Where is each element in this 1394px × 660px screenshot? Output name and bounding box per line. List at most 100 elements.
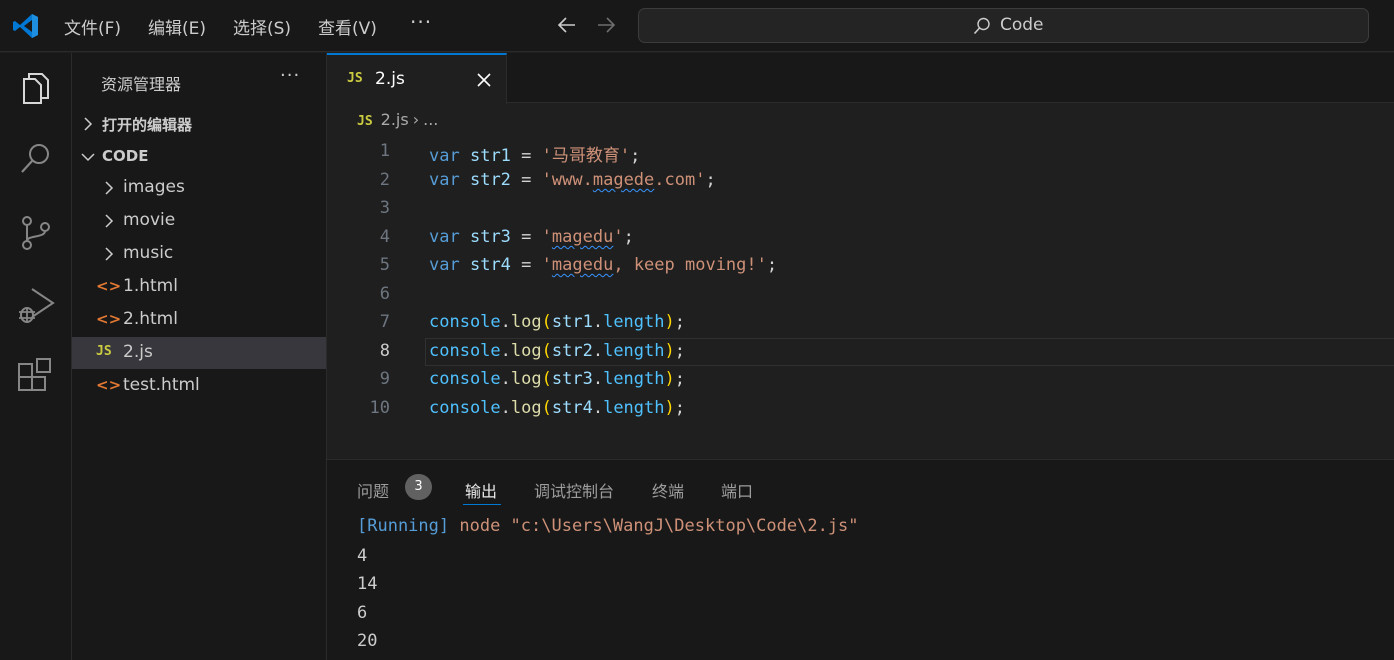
js-file-icon: JS (347, 71, 363, 86)
tree-item-label: 1.html (123, 276, 178, 296)
code-line: 4 var str3 = 'magedu'; (327, 224, 1394, 252)
tree-item-label: movie (123, 210, 176, 230)
line-number: 2 (379, 170, 390, 190)
tab-label: 2.js (375, 69, 405, 89)
code-line: 9 console.log(str3.length); (327, 366, 1394, 394)
search-icon (973, 17, 990, 35)
sidebar-more-button[interactable]: ··· (280, 65, 300, 86)
tree-file-1-html[interactable]: <> 1.html (72, 271, 326, 303)
menu-more-button[interactable]: ··· (410, 10, 432, 34)
run-debug-icon[interactable] (16, 285, 56, 325)
tree-item-label: 2.html (123, 309, 178, 329)
line-number: 7 (379, 312, 390, 332)
output-run-tag: [Running] (357, 516, 450, 536)
tab-terminal[interactable]: 终端 (652, 478, 684, 502)
chevron-down-icon (81, 153, 95, 162)
editor-tab-bar: JS 2.js (327, 53, 1394, 104)
vscode-logo-icon (13, 14, 38, 38)
tree-item-label: music (123, 243, 174, 263)
tree-file-2-html[interactable]: <> 2.html (72, 304, 326, 336)
tab-debug-console[interactable]: 调试控制台 (534, 478, 614, 502)
active-tab-indicator (463, 504, 501, 505)
folder-section-code[interactable]: CODE (72, 143, 327, 171)
open-editors-section[interactable]: 打开的编辑器 (72, 109, 327, 137)
line-number: 1 (379, 141, 390, 161)
code-text: var str4 = 'magedu, keep moving!'; (429, 255, 778, 275)
code-text: var str2 = 'www.magede.com'; (429, 170, 716, 190)
source-control-icon[interactable] (16, 213, 56, 253)
code-line: 10 console.log(str4.length); (327, 395, 1394, 423)
output-line: 6 (357, 603, 368, 623)
code-line: 7 console.log(str1.length); (327, 309, 1394, 337)
html-file-icon: <> (96, 277, 122, 295)
menu-view[interactable]: 查看(V) (318, 14, 377, 39)
extensions-icon[interactable] (16, 358, 56, 398)
line-number: 5 (379, 255, 390, 275)
title-bar: 文件(F) 编辑(E) 选择(S) 查看(V) ··· Code (0, 0, 1394, 52)
explorer-icon[interactable] (16, 69, 56, 109)
code-text: console.log(str4.length); (429, 398, 685, 418)
tree-file-test-html[interactable]: <> test.html (72, 370, 326, 402)
code-editor[interactable]: 1 var str1 = '马哥教育'; 2 var str2 = 'www.m… (327, 138, 1394, 428)
tree-file-2-js[interactable]: JS 2.js (72, 337, 326, 369)
breadcrumb: JS 2.js ›... (357, 110, 438, 134)
search-text: Code (1000, 15, 1044, 35)
output-line: 20 (357, 631, 378, 651)
js-file-icon: JS (357, 114, 373, 129)
tree-folder-images[interactable]: images (72, 172, 326, 204)
tab-output[interactable]: 输出 (465, 478, 497, 502)
chevron-right-icon (105, 214, 114, 228)
search-icon[interactable] (16, 139, 56, 179)
output-line: 14 (357, 574, 378, 594)
menu-file[interactable]: 文件(F) (64, 14, 121, 39)
code-line: 3 (327, 195, 1394, 223)
html-file-icon: <> (96, 376, 122, 394)
menu-selection[interactable]: 选择(S) (233, 14, 291, 39)
code-text: console.log(str2.length); (429, 341, 685, 361)
code-line: 1 var str1 = '马哥教育'; (327, 138, 1394, 166)
tree-folder-movie[interactable]: movie (72, 205, 326, 237)
code-line: 2 var str2 = 'www.magede.com'; (327, 167, 1394, 195)
line-number: 4 (379, 227, 390, 247)
output-line: 4 (357, 546, 368, 566)
tab-ports[interactable]: 端口 (721, 478, 753, 502)
tab-problems[interactable]: 问题 (357, 478, 389, 502)
menu-edit[interactable]: 编辑(E) (148, 14, 206, 39)
problems-count-badge: 3 (405, 474, 432, 500)
line-number: 10 (369, 398, 390, 418)
code-line-active: 8 console.log(str2.length); (327, 338, 1394, 366)
arrow-left-icon[interactable] (555, 13, 579, 37)
chevron-right-icon: › (412, 110, 420, 129)
code-text: console.log(str1.length); (429, 312, 685, 332)
tree-folder-music[interactable]: music (72, 238, 326, 270)
close-icon[interactable] (476, 72, 492, 88)
tree-item-label: test.html (123, 375, 200, 395)
chevron-right-icon (84, 117, 93, 131)
tree-item-label: 2.js (123, 342, 153, 362)
js-file-icon: JS (96, 344, 112, 359)
output-run-command: node "c:\Users\WangJ\Desktop\Code\2.js" (449, 516, 859, 536)
chevron-right-icon (105, 247, 114, 261)
chevron-right-icon (105, 181, 114, 195)
sidebar-title: 资源管理器 (101, 75, 182, 94)
breadcrumb-file[interactable]: 2.js (381, 110, 409, 129)
line-number: 9 (379, 369, 390, 389)
line-number: 3 (379, 198, 390, 218)
code-text: var str3 = 'magedu'; (429, 227, 634, 247)
code-text: console.log(str3.length); (429, 369, 685, 389)
bottom-panel: 问题 3 输出 调试控制台 终端 端口 [Running] node "c:\U… (327, 459, 1394, 660)
arrow-right-icon[interactable] (594, 13, 618, 37)
activity-bar (0, 53, 72, 660)
code-line: 6 (327, 281, 1394, 309)
tab-2-js[interactable]: JS 2.js (327, 53, 507, 104)
code-line: 5 var str4 = 'magedu, keep moving!'; (327, 252, 1394, 280)
html-file-icon: <> (96, 310, 122, 328)
breadcrumb-more[interactable]: ... (423, 110, 438, 129)
explorer-sidebar: 资源管理器 ··· 打开的编辑器 CODE images movie music… (72, 53, 327, 660)
command-center-search[interactable]: Code (638, 8, 1369, 43)
line-number: 8 (379, 341, 390, 361)
output-run-line: [Running] node "c:\Users\WangJ\Desktop\C… (357, 516, 859, 536)
code-text: var str1 = '马哥教育'; (429, 146, 641, 166)
line-number: 6 (379, 284, 390, 304)
tree-item-label: images (123, 177, 185, 197)
